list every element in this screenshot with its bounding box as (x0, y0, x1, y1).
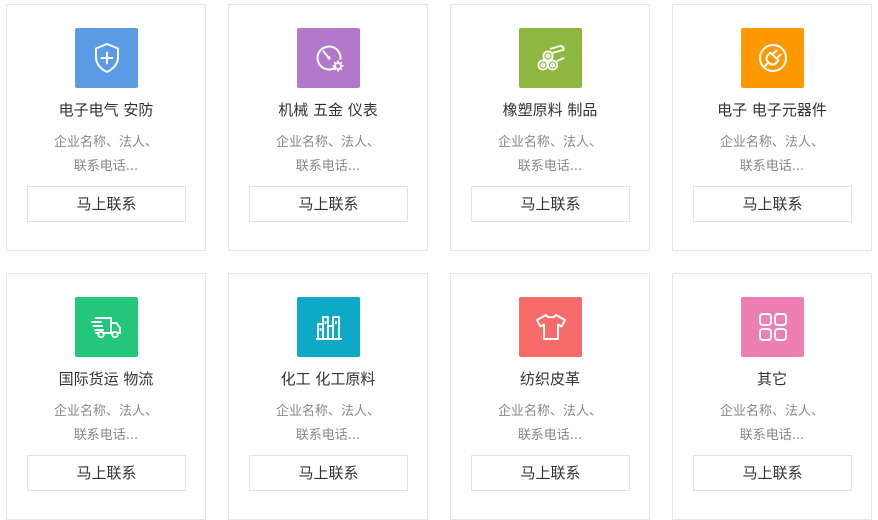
contact-now-button[interactable]: 马上联系 (249, 186, 408, 222)
contact-now-button[interactable]: 马上联系 (693, 186, 852, 222)
category-title: 纺织皮革 (519, 370, 580, 388)
contact-now-button[interactable]: 马上联系 (249, 455, 408, 491)
contact-now-button[interactable]: 马上联系 (471, 186, 630, 222)
category-title: 国际货运 物流 (58, 370, 154, 388)
category-card-electrical: 电子电气 安防 企业名称、法人、 联系电话... 马上联系 (6, 4, 206, 251)
category-card-logistics: 国际货运 物流 企业名称、法人、 联系电话... 马上联系 (6, 273, 206, 520)
desc-line-2: 联系电话... (517, 159, 583, 174)
category-description: 企业名称、法人、 联系电话... (7, 400, 205, 448)
category-title: 化工 化工原料 (280, 370, 376, 388)
desc-line-2: 联系电话... (295, 428, 361, 443)
shirt-icon (519, 297, 582, 357)
desc-line-1: 企业名称、法人、 (275, 135, 380, 150)
category-description: 企业名称、法人、 联系电话... (229, 131, 427, 179)
rolls-icon (519, 28, 582, 88)
plug-icon (741, 28, 804, 88)
category-card-other: 其它 企业名称、法人、 联系电话... 马上联系 (672, 273, 872, 520)
desc-line-2: 联系电话... (739, 159, 805, 174)
category-description: 企业名称、法人、 联系电话... (451, 131, 649, 179)
desc-line-2: 联系电话... (517, 428, 583, 443)
desc-line-1: 企业名称、法人、 (719, 135, 824, 150)
contact-now-button[interactable]: 马上联系 (27, 186, 186, 222)
category-card-chemical: 化工 化工原料 企业名称、法人、 联系电话... 马上联系 (228, 273, 428, 520)
desc-line-1: 企业名称、法人、 (275, 404, 380, 419)
category-title: 电子电气 安防 (58, 101, 154, 119)
factory-icon (297, 297, 360, 357)
category-title: 其它 (756, 370, 787, 388)
desc-line-1: 企业名称、法人、 (497, 135, 602, 150)
category-description: 企业名称、法人、 联系电话... (229, 400, 427, 448)
desc-line-2: 联系电话... (739, 428, 805, 443)
category-description: 企业名称、法人、 联系电话... (451, 400, 649, 448)
truck-icon (75, 297, 138, 357)
desc-line-2: 联系电话... (73, 428, 139, 443)
category-title: 橡塑原料 制品 (502, 101, 598, 119)
desc-line-1: 企业名称、法人、 (53, 404, 158, 419)
desc-line-1: 企业名称、法人、 (497, 404, 602, 419)
category-grid: 电子电气 安防 企业名称、法人、 联系电话... 马上联系 机械 五金 仪表 企… (6, 4, 874, 520)
grid-icon (741, 297, 804, 357)
desc-line-2: 联系电话... (295, 159, 361, 174)
category-card-machinery: 机械 五金 仪表 企业名称、法人、 联系电话... 马上联系 (228, 4, 428, 251)
category-description: 企业名称、法人、 联系电话... (7, 131, 205, 179)
category-title: 机械 五金 仪表 (278, 101, 378, 119)
desc-line-2: 联系电话... (73, 159, 139, 174)
contact-now-button[interactable]: 马上联系 (693, 455, 852, 491)
desc-line-1: 企业名称、法人、 (53, 135, 158, 150)
category-card-rubber-plastic: 橡塑原料 制品 企业名称、法人、 联系电话... 马上联系 (450, 4, 650, 251)
contact-now-button[interactable]: 马上联系 (471, 455, 630, 491)
category-card-textile: 纺织皮革 企业名称、法人、 联系电话... 马上联系 (450, 273, 650, 520)
desc-line-1: 企业名称、法人、 (719, 404, 824, 419)
category-title: 电子 电子元器件 (717, 101, 827, 119)
category-description: 企业名称、法人、 联系电话... (673, 131, 871, 179)
shield-plus-icon (75, 28, 138, 88)
category-description: 企业名称、法人、 联系电话... (673, 400, 871, 448)
contact-now-button[interactable]: 马上联系 (27, 455, 186, 491)
gauge-gear-icon (297, 28, 360, 88)
category-card-electronics: 电子 电子元器件 企业名称、法人、 联系电话... 马上联系 (672, 4, 872, 251)
